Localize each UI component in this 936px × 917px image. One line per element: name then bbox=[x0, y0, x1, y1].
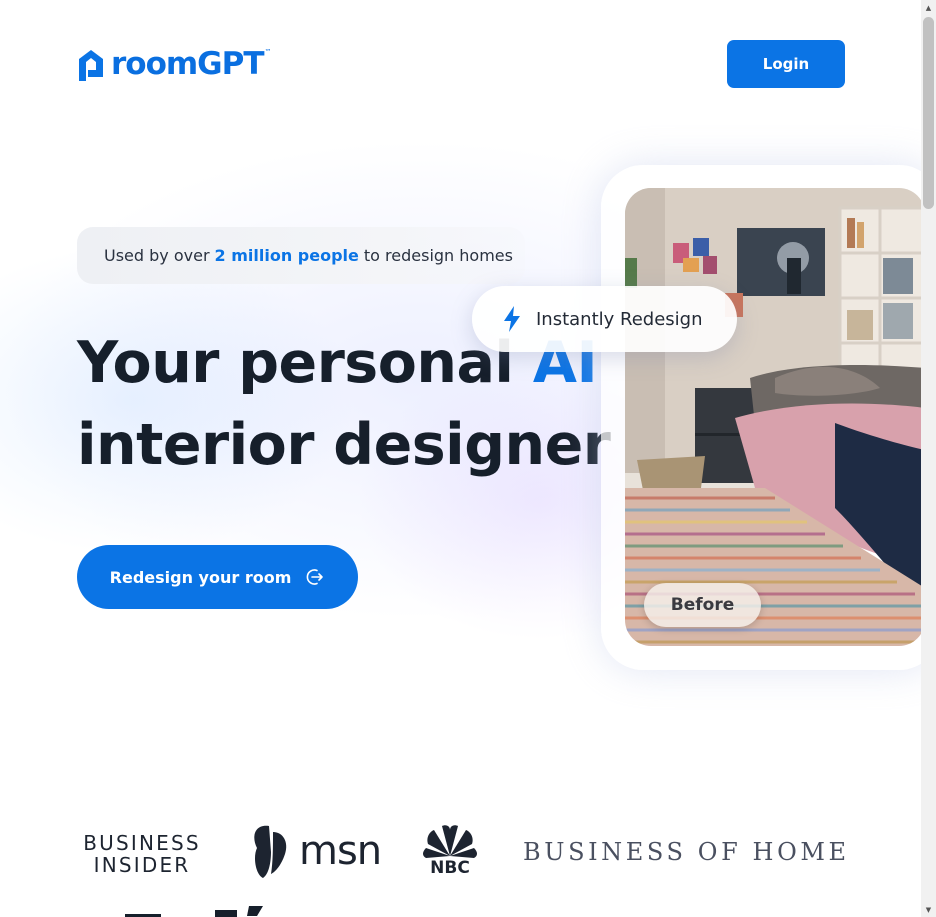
instantly-redesign-pill: Instantly Redesign bbox=[472, 286, 737, 352]
redesign-room-button[interactable]: Redesign your room bbox=[77, 545, 358, 609]
scroll-down-arrow-icon[interactable]: ▼ bbox=[921, 902, 936, 917]
lightning-bolt-icon bbox=[504, 306, 520, 332]
scrollbar-thumb[interactable] bbox=[923, 17, 934, 209]
vertical-scrollbar[interactable]: ▲ ▼ bbox=[921, 0, 936, 917]
roomgpt-logo[interactable]: roomGPT ™ bbox=[77, 44, 272, 84]
headline-part1: Your personal bbox=[77, 330, 514, 396]
badge-highlight: 2 million people bbox=[214, 246, 359, 265]
next-section-heading-peek bbox=[125, 906, 263, 917]
cta-label: Redesign your room bbox=[109, 567, 292, 587]
logo-wordmark: roomGPT bbox=[111, 45, 264, 82]
room-preview-image bbox=[625, 188, 921, 646]
badge-suffix: to redesign homes bbox=[363, 246, 513, 265]
butterfly-icon bbox=[254, 825, 287, 878]
bi-line1: BUSINESS bbox=[83, 831, 201, 855]
before-toggle[interactable]: Before bbox=[644, 583, 761, 627]
arrow-exit-icon bbox=[307, 569, 324, 585]
house-logo-icon bbox=[79, 50, 103, 81]
bi-line2: INSIDER bbox=[93, 853, 191, 877]
msn-text: msn bbox=[299, 828, 382, 874]
nbc-text: NBC bbox=[430, 858, 470, 878]
badge-prefix: Used by over bbox=[104, 246, 210, 265]
business-of-home-logo: BUSINESS OF HOME bbox=[523, 838, 850, 866]
landing-page: roomGPT ™ Login Used by over 2 million p… bbox=[0, 0, 921, 917]
scroll-up-arrow-icon[interactable]: ▲ bbox=[921, 0, 936, 15]
headline-line2: interior designer bbox=[77, 412, 611, 478]
usage-badge: Used by over 2 million people to redesig… bbox=[77, 227, 525, 284]
business-insider-logo: BUSINESS INSIDER bbox=[77, 832, 207, 876]
msn-logo: msn bbox=[249, 822, 382, 880]
login-button[interactable]: Login bbox=[727, 40, 845, 88]
logo-trademark: ™ bbox=[264, 48, 272, 56]
pill-label: Instantly Redesign bbox=[536, 308, 703, 330]
